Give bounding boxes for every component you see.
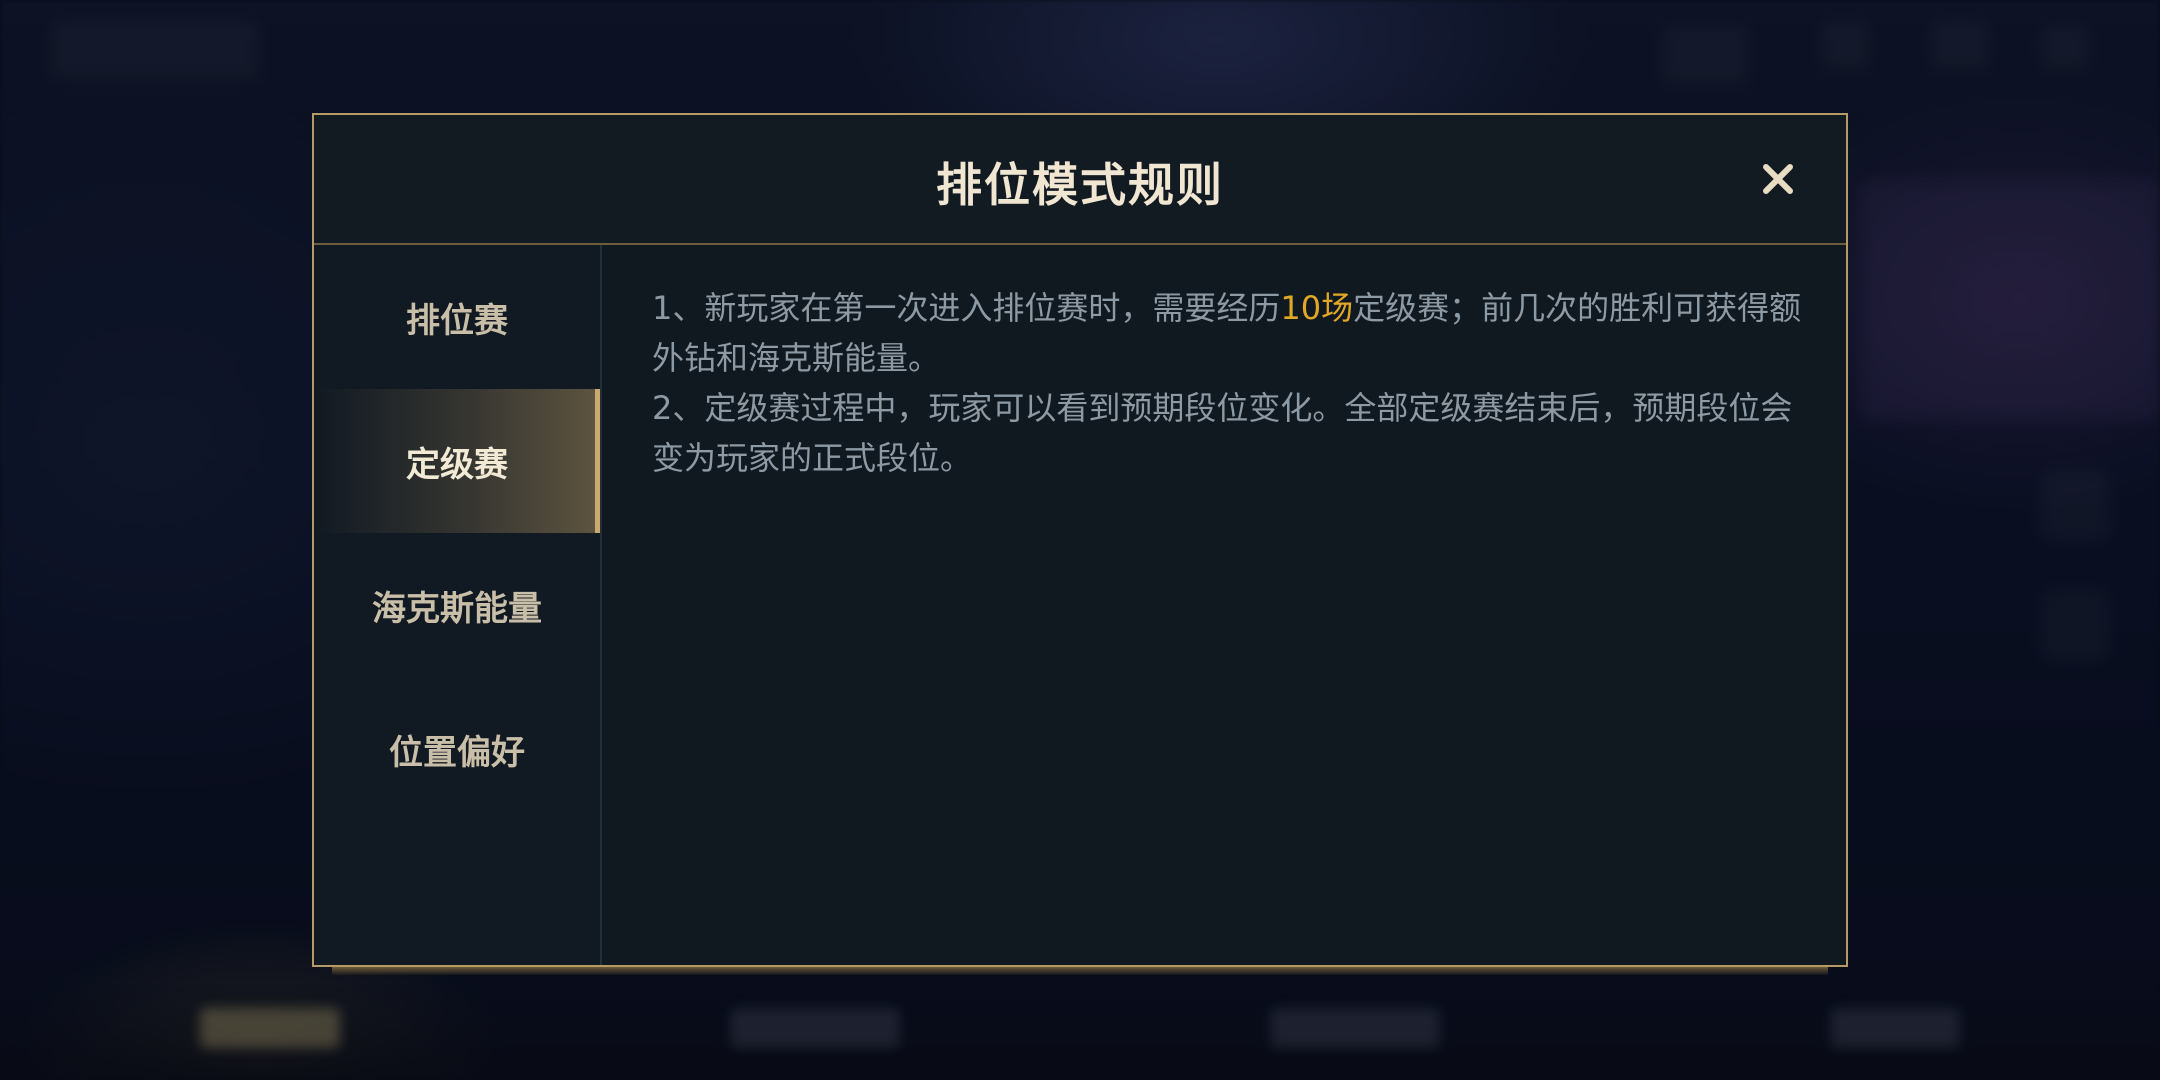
close-icon: [1763, 164, 1793, 194]
modal-title: 排位模式规则: [936, 158, 1224, 212]
rule-text: 1、新玩家在第一次进入排位赛时，需要经历: [652, 289, 1281, 327]
modal-bottom-edge: [332, 967, 1828, 975]
rules-content: 1、新玩家在第一次进入排位赛时，需要经历10场定级赛；前几次的胜利可获得额外钻和…: [652, 283, 1802, 483]
tab-ranked[interactable]: 排位赛: [314, 245, 600, 389]
close-button[interactable]: [1750, 151, 1806, 207]
tab-label: 位置偏好: [389, 732, 525, 773]
rule-paragraph-2: 2、定级赛过程中，玩家可以看到预期段位变化。全部定级赛结束后，预期段位会变为玩家…: [652, 389, 1793, 477]
highlight-count: 10场: [1280, 289, 1354, 327]
modal-header: 排位模式规则: [314, 115, 1846, 245]
tab-label: 海克斯能量: [372, 588, 542, 629]
rules-modal: 排位模式规则 排位赛 定级赛 海克斯能量 位置偏好 1、新玩家在第一次进入排位赛…: [312, 113, 1848, 967]
active-tab-indicator: [595, 389, 600, 533]
tab-label: 排位赛: [406, 300, 508, 341]
rule-paragraph-1: 1、新玩家在第一次进入排位赛时，需要经历10场定级赛；前几次的胜利可获得额外钻和…: [652, 283, 1802, 383]
tab-hextech-energy[interactable]: 海克斯能量: [314, 533, 600, 677]
tab-label: 定级赛: [406, 444, 508, 485]
bottom-nav-blur-item: [1830, 1008, 1960, 1048]
bottom-nav-blur-item: [730, 1008, 900, 1048]
tab-position-preference[interactable]: 位置偏好: [314, 677, 600, 821]
bottom-nav-blur-item: [1270, 1008, 1440, 1048]
rules-sidebar: 排位赛 定级赛 海克斯能量 位置偏好: [314, 245, 602, 965]
bottom-nav-blur-item: [200, 1008, 340, 1048]
tab-placement[interactable]: 定级赛: [314, 389, 600, 533]
